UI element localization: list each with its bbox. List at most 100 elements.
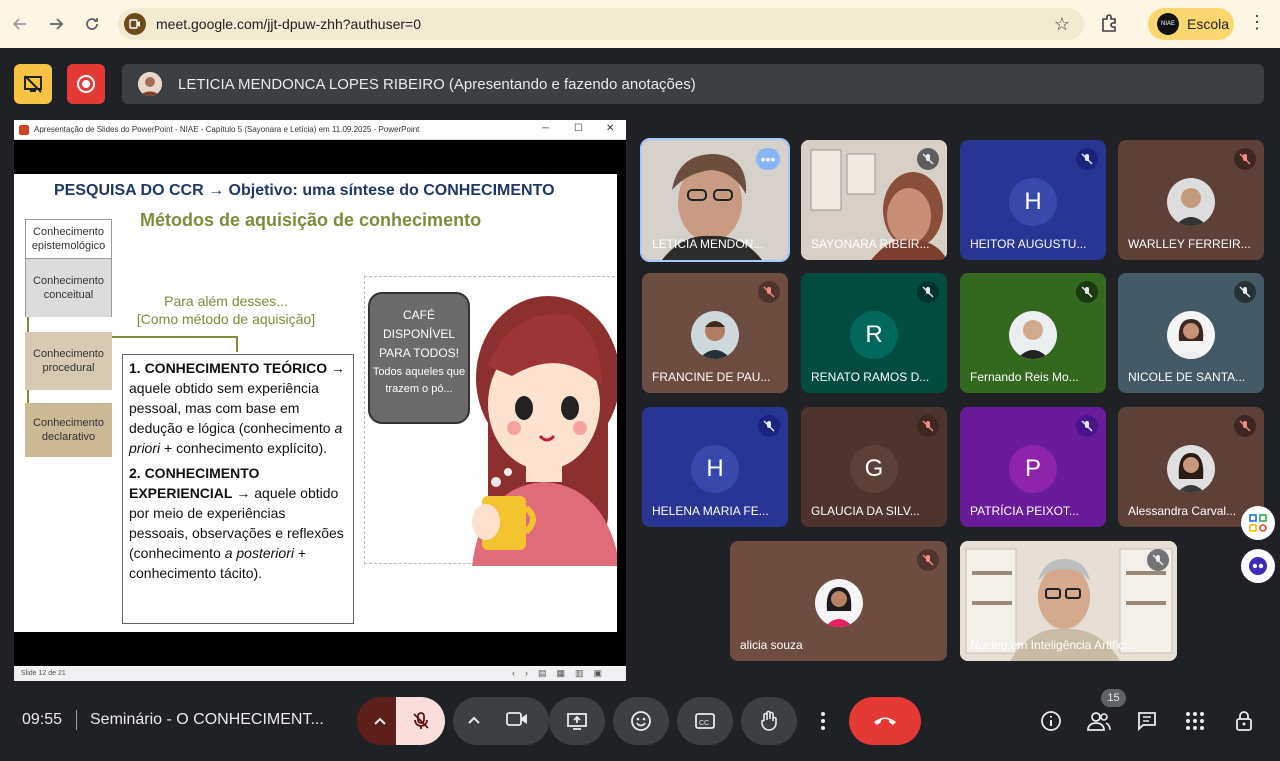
more-options-icon[interactable]: ••• bbox=[756, 148, 780, 170]
category-epistemologico: Conhecimento epistemológico bbox=[25, 219, 112, 259]
maximize-icon: ☐ bbox=[574, 123, 583, 134]
captions-button[interactable]: CC bbox=[677, 697, 733, 745]
green-note-line2: [Como método de aquisição] bbox=[136, 311, 316, 328]
slide-counter: Slide 12 de 21 bbox=[21, 670, 66, 677]
participant-tile[interactable]: WARLLEY FERREIR... bbox=[1118, 140, 1264, 260]
slideshow-nav-icons: ‹›▤▦▥▣ bbox=[511, 668, 612, 678]
meeting-title: Seminário - O CONHECIMENT... bbox=[90, 711, 324, 728]
participant-tile[interactable]: Fernando Reis Mo... bbox=[960, 273, 1106, 393]
category-declarativo: Conhecimento declarativo bbox=[25, 403, 112, 457]
meeting-info-icon[interactable] bbox=[1037, 707, 1065, 735]
camera-icon[interactable] bbox=[505, 710, 529, 733]
leave-call-button[interactable] bbox=[849, 697, 921, 745]
raise-hand-button[interactable] bbox=[741, 697, 797, 745]
participant-tile[interactable]: FRANCINE DE PAU... bbox=[642, 273, 788, 393]
participant-avatar: P bbox=[1009, 445, 1057, 493]
more-vert-icon bbox=[821, 712, 825, 730]
address-bar[interactable]: meet.google.com/jjt-dpuw-zhh?authuser=0 … bbox=[118, 8, 1084, 40]
more-options-button[interactable] bbox=[805, 697, 841, 745]
present-off-icon bbox=[24, 75, 42, 93]
meeting-clock: 09:55 bbox=[22, 711, 63, 728]
participant-tile[interactable]: R RENATO RAMOS D... bbox=[801, 273, 947, 393]
category-conceitual: Conhecimento conceitual bbox=[25, 259, 112, 317]
profile-avatar: NIAE bbox=[1157, 13, 1179, 35]
participant-name: GLAUCIA DA SILV... bbox=[811, 504, 920, 518]
girl-with-coffee-illustration bbox=[472, 296, 617, 566]
participant-avatar bbox=[1167, 178, 1215, 226]
slideshow-status-bar: Slide 12 de 21 ‹›▤▦▥▣ bbox=[14, 666, 626, 681]
slide-title: PESQUISA DO CCR → Objetivo: uma síntese … bbox=[54, 182, 555, 199]
mic-off-icon bbox=[1147, 549, 1169, 571]
item-experiential: 2. CONHECIMENTO EXPERIENCIAL → aquele ob… bbox=[129, 464, 347, 583]
category-procedural: Conhecimento procedural bbox=[25, 332, 112, 390]
mic-off-icon bbox=[917, 281, 939, 303]
participant-tile[interactable]: Núcleo em Inteligência Artifici... bbox=[960, 541, 1177, 661]
mic-off-icon bbox=[1234, 415, 1256, 437]
mic-off-icon bbox=[1076, 415, 1098, 437]
participant-avatar bbox=[814, 579, 863, 627]
present-screen-icon bbox=[567, 713, 587, 730]
present-screen-button[interactable] bbox=[549, 697, 605, 745]
participant-tile[interactable]: alicia souza bbox=[730, 541, 947, 661]
participant-tile[interactable]: G GLAUCIA DA SILV... bbox=[801, 407, 947, 527]
participant-tile[interactable]: NICOLE DE SANTA... bbox=[1118, 273, 1264, 393]
mic-off-icon bbox=[412, 712, 429, 729]
participant-avatar bbox=[1167, 445, 1215, 493]
activities-grid-icon[interactable] bbox=[1181, 707, 1209, 735]
green-note-line1: Para além desses... bbox=[164, 293, 288, 309]
mic-off-icon bbox=[1076, 281, 1098, 303]
presenter-text: LETICIA MENDONCA LOPES RIBEIRO (Apresent… bbox=[178, 75, 696, 93]
bookmark-star-icon[interactable]: ☆ bbox=[1054, 14, 1070, 35]
end-call-icon bbox=[874, 717, 896, 725]
svg-text:CC: CC bbox=[699, 720, 709, 727]
participant-name: NICOLE DE SANTA... bbox=[1128, 370, 1246, 384]
mic-off-icon bbox=[1234, 281, 1256, 303]
people-count-badge: 15 bbox=[1101, 689, 1126, 707]
mic-off-icon bbox=[917, 549, 939, 571]
forward-arrow-icon[interactable] bbox=[38, 6, 74, 42]
extension-grid-icon[interactable] bbox=[1241, 506, 1275, 540]
item1-body-b: + conhecimento explícito). bbox=[160, 439, 328, 456]
participant-avatar: R bbox=[850, 311, 898, 359]
participant-name: FRANCINE DE PAU... bbox=[652, 370, 771, 384]
participant-name: SAYONARA RIBEIR... bbox=[811, 237, 930, 251]
reactions-button[interactable] bbox=[613, 697, 669, 745]
participant-tile[interactable]: Alessandra Carval... bbox=[1118, 407, 1264, 527]
back-arrow-icon[interactable] bbox=[2, 6, 38, 42]
powerpoint-titlebar: Apresentação de Slides do PowerPoint - N… bbox=[14, 120, 626, 140]
camera-control-group bbox=[453, 697, 549, 745]
participant-tile[interactable]: H HEITOR AUGUSTU... bbox=[960, 140, 1106, 260]
reload-icon[interactable] bbox=[74, 6, 110, 42]
people-icon[interactable] bbox=[1085, 707, 1113, 735]
participant-tile[interactable]: P PATRÍCIA PEIXOT... bbox=[960, 407, 1106, 527]
host-controls-lock-icon[interactable] bbox=[1230, 707, 1258, 735]
shared-screen: Apresentação de Slides do PowerPoint - N… bbox=[14, 120, 626, 681]
browser-toolbar: meet.google.com/jjt-dpuw-zhh?authuser=0 … bbox=[0, 0, 1280, 48]
participant-name: Núcleo em Inteligência Artifici... bbox=[970, 638, 1137, 652]
recording-button[interactable] bbox=[67, 64, 105, 104]
participant-name: WARLLEY FERREIR... bbox=[1128, 237, 1251, 251]
browser-menu-icon[interactable]: ⋮ bbox=[1248, 12, 1266, 33]
extensions-icon[interactable] bbox=[1098, 12, 1120, 34]
chevron-up-icon[interactable] bbox=[467, 712, 481, 730]
participant-tile[interactable]: ••• LETICIA MENDON... bbox=[640, 138, 790, 262]
url-text[interactable]: meet.google.com/jjt-dpuw-zhh?authuser=0 bbox=[156, 16, 421, 32]
extension-robot-icon[interactable] bbox=[1241, 549, 1275, 583]
participant-tile[interactable]: SAYONARA RIBEIR... bbox=[801, 140, 947, 260]
mic-off-icon bbox=[1234, 148, 1256, 170]
participant-avatar: G bbox=[850, 445, 898, 493]
participant-avatar bbox=[1009, 311, 1057, 359]
site-info-icon[interactable] bbox=[124, 13, 146, 35]
participant-name: HELENA MARIA FE... bbox=[652, 504, 769, 518]
stop-presenting-button[interactable] bbox=[14, 64, 52, 104]
divider bbox=[76, 710, 77, 730]
chat-icon[interactable] bbox=[1133, 707, 1161, 735]
participant-name: PATRÍCIA PEIXOT... bbox=[970, 504, 1079, 518]
presenter-avatar bbox=[138, 72, 162, 96]
chevron-up-icon bbox=[374, 717, 386, 725]
hand-icon bbox=[761, 710, 777, 731]
presenter-banner: LETICIA MENDONCA LOPES RIBEIRO (Apresent… bbox=[122, 64, 1264, 104]
profile-chip[interactable]: NIAE Escola bbox=[1148, 8, 1234, 40]
participant-tile[interactable]: H HELENA MARIA FE... bbox=[642, 407, 788, 527]
mic-toggle-button[interactable] bbox=[396, 697, 445, 745]
